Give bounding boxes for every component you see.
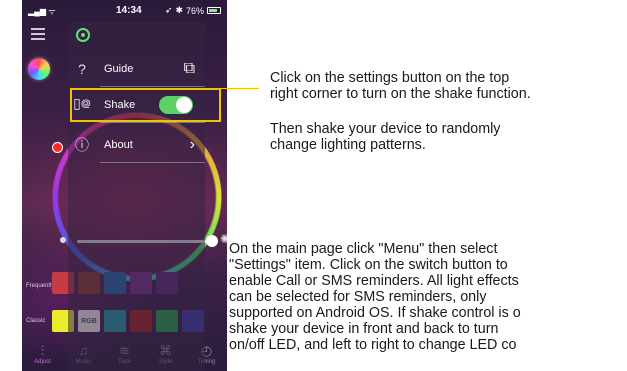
instruction-shake-2: Then shake your device to randomly chang… [270,121,501,153]
brightness-high-icon: ✺ [220,232,227,246]
image-arrow-icon: ⧉ [183,60,195,77]
settings-row-guide[interactable]: ? Guide ⧉ [72,52,205,86]
color-ring-handle[interactable] [52,142,63,153]
color-wheel-icon[interactable] [28,58,50,80]
settings-row-about[interactable]: ⓘ About › [72,128,205,162]
brightness-slider-knob[interactable] [206,235,218,247]
question-icon: ? [78,61,86,77]
status-time: 14:34 [116,5,142,16]
frequently-label: Frequently [26,283,55,289]
tab-label: Adjust [34,359,51,365]
row-divider [100,86,205,87]
instruction-shake-1: Click on the settings button on the top … [270,70,531,102]
location-icon: ➶ [164,5,173,15]
settings-row-label: Guide [104,63,134,75]
tab-adjust[interactable]: ⫶ Adjust [25,343,61,365]
menu-icon[interactable] [31,28,47,40]
signal-icon: ▂▄▆ ᯤ [28,6,56,16]
status-right: ➶ ✱ 76% [165,5,221,16]
row-divider [100,162,205,163]
info-icon: ⓘ [75,137,89,153]
bluetooth-icon: ✱ [175,5,183,15]
brightness-low-icon [60,237,66,243]
shake-highlight-box [70,88,221,122]
classic-label: Classic [26,318,46,324]
instruction-main: On the main page click "Menu" then selec… [229,241,521,353]
settings-row-label: About [104,139,133,151]
battery-percent: 76% [185,5,204,16]
chevron-right-icon: › [189,136,195,153]
settings-gear-icon[interactable] [76,28,90,42]
row-divider [100,122,205,123]
callout-line [221,88,259,89]
battery-icon [207,7,221,14]
status-bar: ▂▄▆ ᯤ 14:34 ➶ ✱ 76% [22,0,227,22]
sliders-icon: ⫶ [40,343,45,358]
